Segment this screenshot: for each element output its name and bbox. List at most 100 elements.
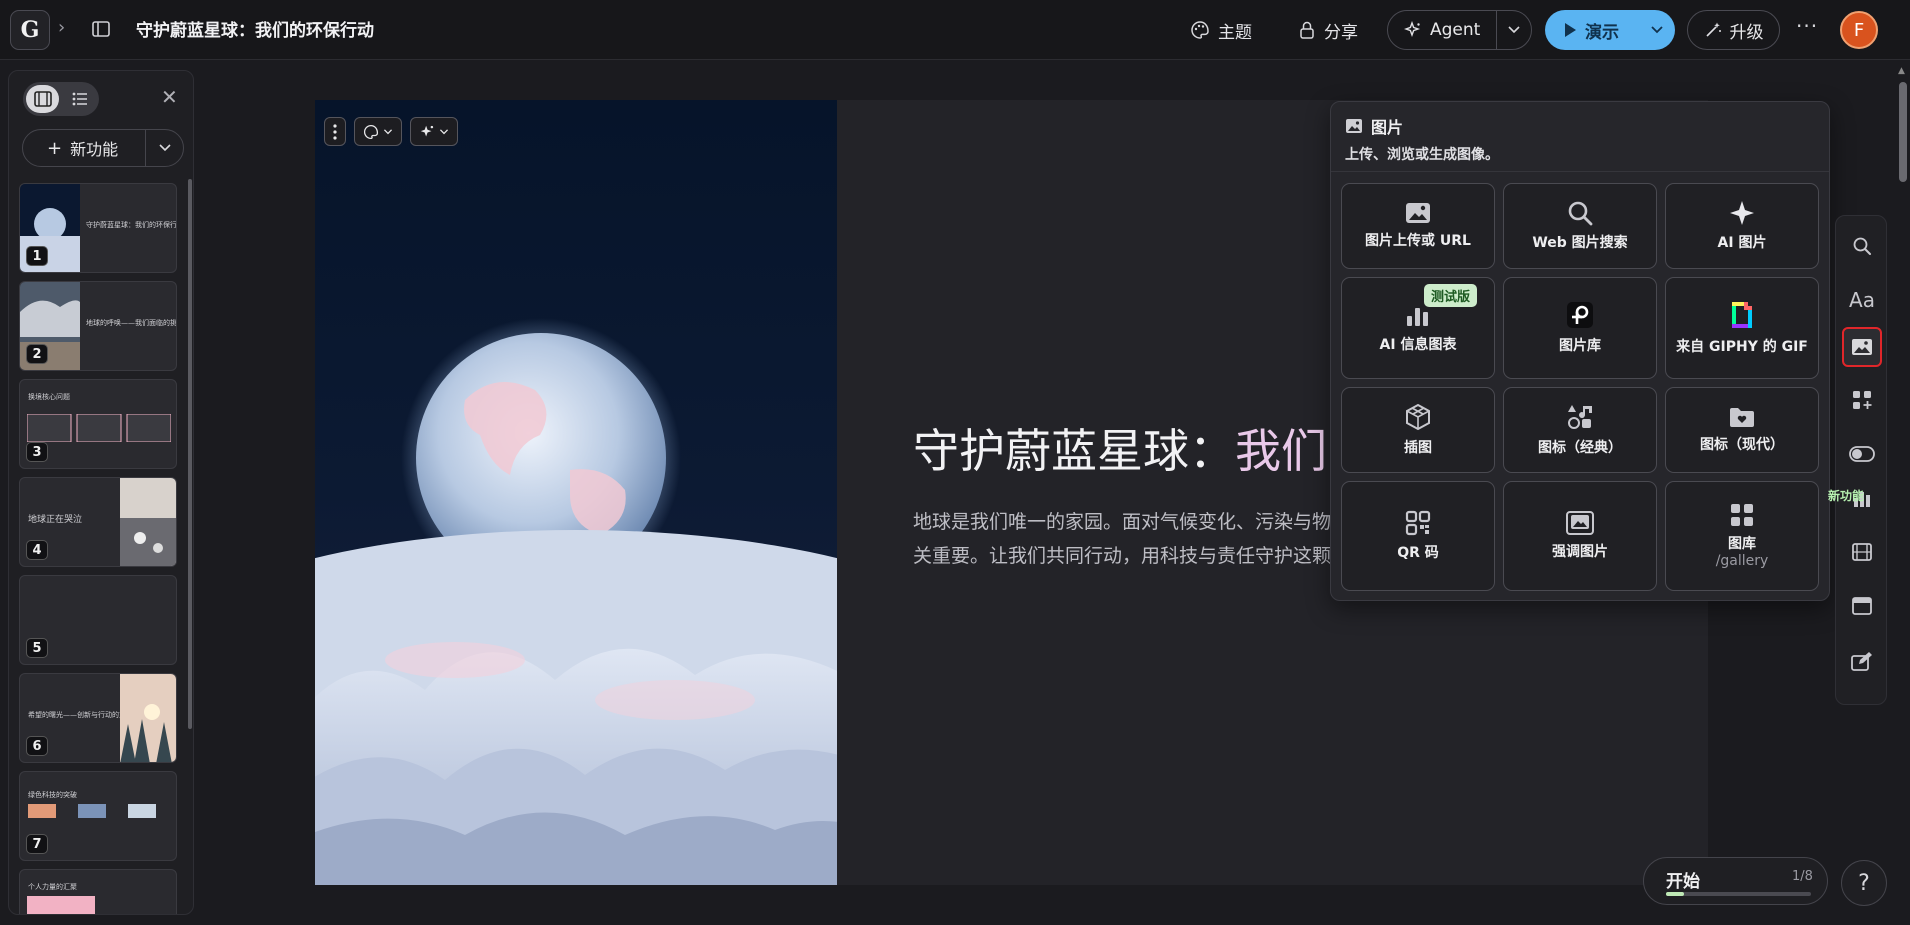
share-label: 分享 (1324, 22, 1358, 43)
option-label: 图库 (1728, 536, 1756, 552)
upgrade-button[interactable]: 升级 (1687, 10, 1780, 50)
slide-thumbnail[interactable]: 守护蔚蓝星球：我们的环保行动 1 (19, 183, 177, 273)
sidebar-toggle-icon[interactable] (90, 18, 112, 40)
thumbnail-title: 地球的呼唤——我们面临的挑战 (86, 319, 177, 327)
video-tool-button[interactable] (1842, 532, 1882, 572)
top-bar: G › 守护蔚蓝星球：我们的环保行动 主题 分享 Agent 演示 升级 ···… (0, 0, 1910, 60)
slide-title[interactable]: 守护蔚蓝星球：我们 (913, 415, 1327, 481)
agent-dropdown-button[interactable] (1497, 25, 1531, 35)
thumbnail-columns (27, 414, 171, 442)
thumbnail-title: 希望的曙光——创新与行动的力量 (28, 711, 133, 719)
new-feature-button[interactable]: + 新功能 (23, 136, 145, 160)
progress-bar (1666, 892, 1811, 896)
plus-icon: + (47, 137, 63, 159)
option-label: Web 图片搜索 (1532, 235, 1628, 251)
list-view-button[interactable] (63, 85, 96, 113)
toggle-tool-button[interactable] (1842, 434, 1882, 474)
new-feature-label: 新功能 (70, 140, 119, 159)
qr-code-icon (1405, 510, 1431, 536)
text-style-tool-button[interactable]: Aa (1842, 280, 1882, 320)
classic-icons-icon (1568, 405, 1592, 429)
image-tool-button[interactable] (1842, 327, 1882, 367)
slide-thumbnail[interactable]: 地球的呼唤——我们面临的挑战 2 (19, 281, 177, 371)
app-logo[interactable]: G (10, 10, 50, 50)
popover-title: 图片 (1345, 114, 1499, 138)
slide-thumbnail[interactable]: 5 (19, 575, 177, 665)
agent-button[interactable]: Agent (1388, 20, 1496, 40)
slides-panel: ✕ + 新功能 守护蔚蓝星球：我们的环保行动 1 地球的呼唤——我们面临的挑战 … (8, 70, 194, 915)
web-image-search-option[interactable]: Web 图片搜索 (1503, 183, 1657, 269)
stock-library-icon (1567, 302, 1593, 328)
thumbnail-title: 绿色科技的突破 (28, 791, 77, 799)
embed-tool-button[interactable] (1842, 586, 1882, 626)
scrollbar-thumb[interactable] (1899, 82, 1907, 182)
chevron-down-icon (1508, 26, 1520, 34)
panel-scrollbar[interactable] (188, 179, 192, 729)
slide-thumbnail[interactable]: 希望的曙光——创新与行动的力量 6 (19, 673, 177, 763)
new-feature-dropdown-button[interactable] (146, 143, 183, 153)
slide-thumbnail[interactable]: 绿色科技的突破 7 (19, 771, 177, 861)
option-command: /gallery (1715, 553, 1769, 569)
image-options-grid: 图片上传或 URL Web 图片搜索 AI 图片 测试版 AI 信息图表 图片库 (1341, 183, 1819, 591)
view-mode-toggle (23, 82, 99, 116)
image-toolbar (324, 117, 458, 146)
scroll-up-icon[interactable]: ▲ (1898, 66, 1905, 76)
theme-button[interactable]: 主题 (1190, 12, 1252, 48)
slide-thumbnail-list: 守护蔚蓝星球：我们的环保行动 1 地球的呼唤——我们面临的挑战 2 换境核心问题… (19, 183, 177, 914)
slide-thumbnail[interactable]: 地球正在哭泣 4 (19, 477, 177, 567)
illustration-option[interactable]: 插图 (1341, 387, 1495, 473)
new-feature-tag: 新功能 (1828, 489, 1865, 503)
progress-bar-fill (1666, 892, 1685, 896)
chevron-down-icon (1651, 26, 1663, 34)
right-toolbar: Aa (1835, 215, 1887, 705)
getting-started-widget[interactable]: 开始 1/8 (1643, 857, 1828, 905)
play-icon (1565, 23, 1576, 37)
slide-thumbnail[interactable]: 换境核心问题 3 (19, 379, 177, 469)
blocks-add-tool-button[interactable] (1842, 380, 1882, 420)
gallery-option[interactable]: 图库 /gallery (1665, 481, 1819, 591)
image-icon (1346, 119, 1362, 133)
slide-earth-image[interactable] (315, 100, 837, 885)
option-label: 强调图片 (1552, 544, 1608, 560)
thumbnail-image (120, 478, 176, 566)
present-dropdown-button[interactable] (1639, 25, 1675, 35)
classic-icons-option[interactable]: 图标（经典） (1503, 387, 1657, 473)
image-ai-button[interactable] (410, 117, 458, 146)
thumbnail-title: 守护蔚蓝星球：我们的环保行动 (86, 221, 177, 229)
close-panel-icon[interactable]: ✕ (161, 85, 178, 109)
page-title[interactable]: 守护蔚蓝星球：我们的环保行动 (136, 16, 374, 41)
search-tool-button[interactable] (1842, 226, 1882, 266)
slide-thumbnail[interactable]: 个人力量的汇聚 8 (19, 869, 177, 914)
illustration-icon (1406, 403, 1430, 431)
image-upload-icon (1406, 203, 1430, 223)
page-scrollbar[interactable]: ▲ (1895, 60, 1910, 925)
qr-code-option[interactable]: QR 码 (1341, 481, 1495, 591)
more-options-button[interactable]: ··· (1796, 14, 1818, 38)
image-more-button[interactable] (324, 117, 346, 146)
chevron-down-icon (439, 128, 449, 134)
avatar[interactable]: F (1840, 11, 1878, 49)
option-label: 图片库 (1559, 338, 1601, 354)
thumbnail-view-button[interactable] (26, 85, 59, 113)
ai-image-option[interactable]: AI 图片 (1665, 183, 1819, 269)
magic-wand-icon (1705, 22, 1721, 37)
present-button[interactable]: 演示 (1545, 18, 1639, 43)
slide-number: 2 (26, 344, 48, 364)
image-upload-option[interactable]: 图片上传或 URL (1341, 183, 1495, 269)
share-button[interactable]: 分享 (1298, 12, 1358, 48)
accent-image-option[interactable]: 强调图片 (1503, 481, 1657, 591)
edit-icon (1851, 652, 1872, 671)
help-button[interactable]: ? (1841, 860, 1887, 906)
sparkle-icon (1730, 201, 1754, 225)
modern-icons-option[interactable]: 图标（现代） (1665, 387, 1819, 473)
ai-infographic-option[interactable]: 测试版 AI 信息图表 (1341, 277, 1495, 379)
option-label: AI 图片 (1717, 235, 1767, 251)
stock-library-option[interactable]: 图片库 (1503, 277, 1657, 379)
edit-tool-button[interactable] (1842, 641, 1882, 681)
giphy-gif-option[interactable]: 来自 GIPHY 的 GIF (1665, 277, 1819, 379)
blocks-add-icon (1853, 391, 1872, 409)
beta-badge: 测试版 (1424, 284, 1478, 307)
image-style-button[interactable] (354, 117, 402, 146)
film-icon (33, 91, 52, 107)
thumbnail-title: 换境核心问题 (28, 393, 70, 401)
